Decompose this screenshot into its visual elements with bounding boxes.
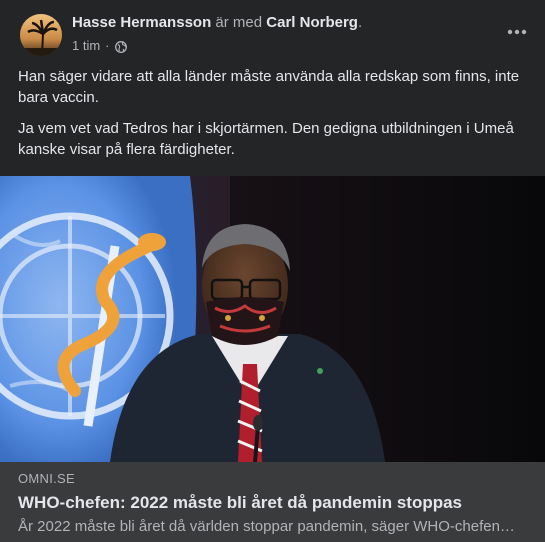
article-photo bbox=[0, 176, 545, 462]
with-text: är med bbox=[215, 14, 263, 31]
author-name-link[interactable]: Hasse Hermansson bbox=[72, 14, 211, 31]
meta-separator: · bbox=[105, 38, 110, 53]
post-text: Han säger vidare att alla länder måste a… bbox=[18, 66, 528, 170]
tagged-person-link[interactable]: Carl Norberg bbox=[266, 14, 358, 31]
author-avatar[interactable] bbox=[20, 14, 62, 56]
globe-icon[interactable] bbox=[114, 40, 127, 53]
link-preview-card[interactable]: OMNI.SE WHO-chefen: 2022 måste bli året … bbox=[0, 462, 545, 542]
feed-post: Hasse Hermansson är med Carl Norberg. 1 … bbox=[0, 0, 545, 542]
link-preview-image[interactable] bbox=[0, 176, 545, 462]
post-paragraph: Han säger vidare att alla länder måste a… bbox=[18, 68, 520, 106]
link-domain: OMNI.SE bbox=[18, 471, 75, 486]
author-line: Hasse Hermansson är med Carl Norberg. bbox=[72, 13, 362, 33]
post-meta: 1 tim · bbox=[72, 37, 127, 55]
link-description: År 2022 måste bli året då världen stoppa… bbox=[18, 518, 518, 535]
avatar-photo bbox=[20, 14, 62, 56]
more-options-button[interactable] bbox=[503, 20, 531, 44]
tagged-suffix: . bbox=[357, 14, 363, 31]
link-title[interactable]: WHO-chefen: 2022 måste bli året då pande… bbox=[18, 493, 462, 513]
ellipsis-icon bbox=[507, 29, 527, 35]
post-paragraph: Ja vem vet vad Tedros har i skjortärmen.… bbox=[18, 120, 514, 158]
post-timestamp[interactable]: 1 tim bbox=[72, 37, 100, 55]
